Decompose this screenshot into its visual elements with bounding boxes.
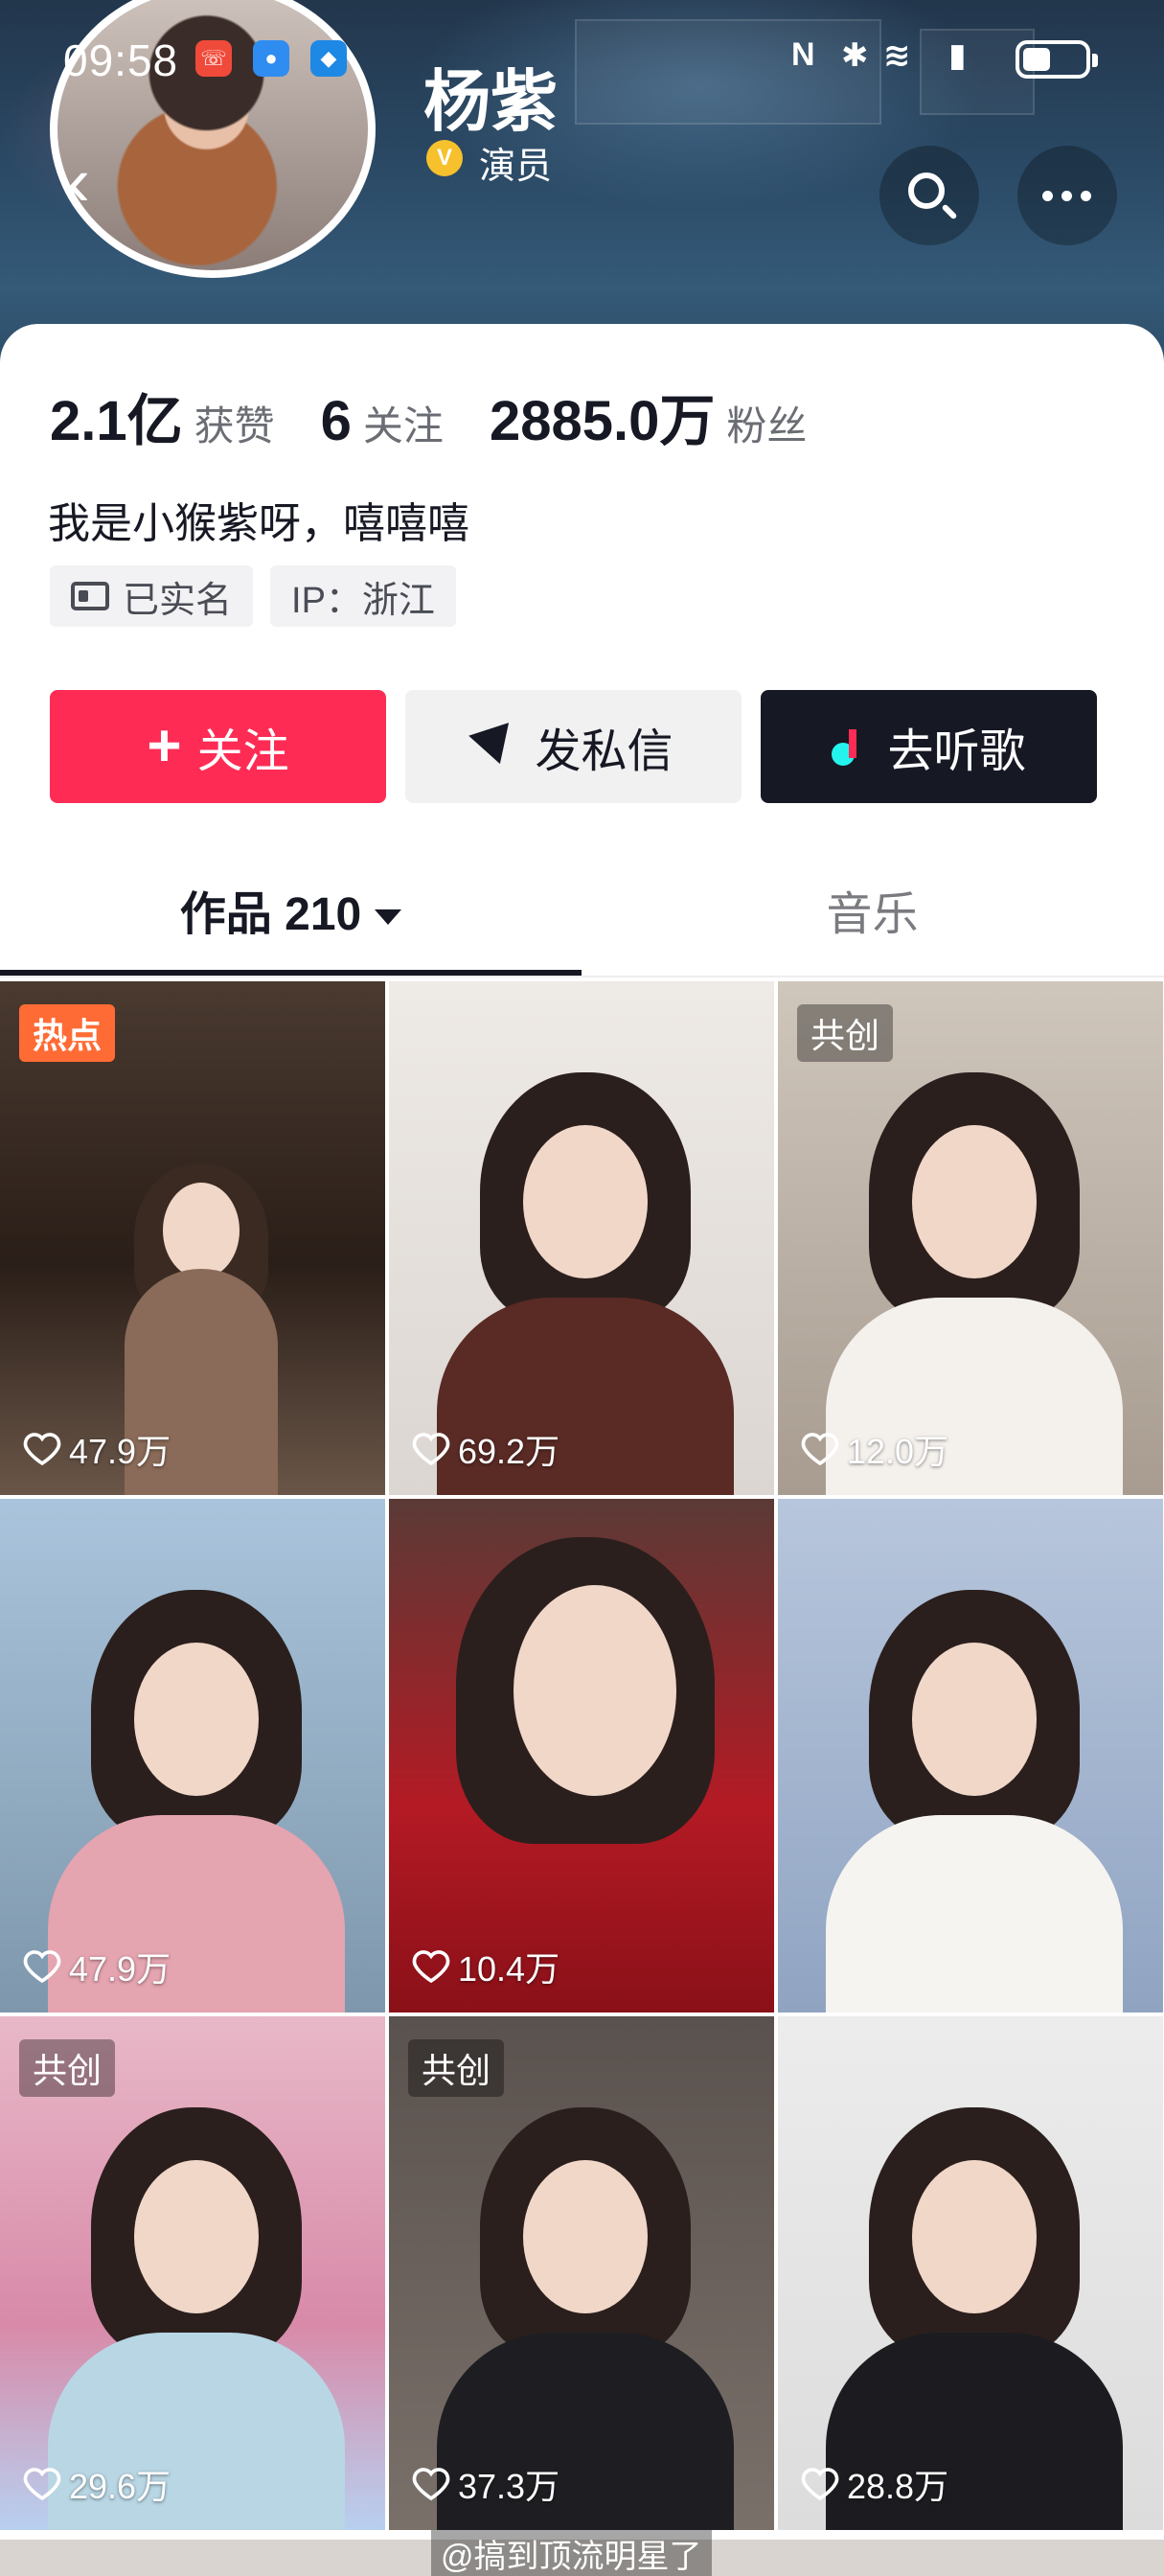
- tab-music[interactable]: 音乐: [582, 862, 1163, 968]
- listen-music-button-label: 去听歌: [887, 726, 1026, 777]
- signal-icon: ▮: [948, 37, 967, 74]
- id-card-icon: [71, 582, 109, 610]
- video-likes-count: 69.2万: [458, 1432, 560, 1471]
- video-likes: 69.2万: [412, 1424, 559, 1474]
- heart-icon: [801, 1433, 839, 1466]
- plus-icon: +: [147, 713, 182, 779]
- follow-button-label: 关注: [196, 726, 289, 777]
- hot-badge: 热点: [19, 1004, 116, 1062]
- heart-icon: [801, 2468, 839, 2501]
- send-icon: [468, 723, 521, 770]
- video-likes: 37.3万: [412, 2459, 559, 2509]
- video-likes-count: 47.9万: [69, 1432, 171, 1471]
- chevron-left-icon: ‹: [67, 144, 90, 220]
- realname-tag-label: 已实名: [123, 580, 233, 621]
- video-likes: 12.0万: [801, 1424, 948, 1474]
- follow-button[interactable]: + 关注: [50, 690, 386, 803]
- bluetooth-icon: ✱: [841, 37, 869, 74]
- likes-label: 获赞: [194, 403, 275, 448]
- profile-bio: 我是小猴紫呀，嘻嘻嘻: [48, 500, 469, 547]
- following-label[interactable]: 关注: [363, 394, 444, 452]
- tab-works-label: 作品 210: [179, 889, 362, 940]
- video-likes: 29.6万: [23, 2459, 171, 2509]
- cocreate-badge: 共创: [797, 1004, 894, 1062]
- followers-label[interactable]: 粉丝: [726, 394, 807, 452]
- shield-app-icon: ◆: [310, 40, 347, 77]
- nfc-icon: N: [791, 36, 815, 73]
- profile-tags: 已实名 IP：浙江: [50, 565, 456, 627]
- listen-music-button[interactable]: 去听歌: [761, 690, 1097, 803]
- profile-role: 演员: [479, 147, 553, 187]
- heart-icon: [412, 1950, 450, 1984]
- video-likes-count: 10.4万: [458, 1949, 560, 1989]
- ip-tag: IP：浙江: [270, 565, 456, 627]
- message-button[interactable]: 发私信: [405, 690, 742, 803]
- video-likes-count: 37.3万: [458, 2467, 560, 2506]
- battery-level: [1023, 48, 1050, 71]
- heart-icon: [412, 2468, 450, 2501]
- video-likes: 28.8万: [801, 2459, 948, 2509]
- likes-count: 2.1亿: [50, 390, 183, 452]
- action-buttons: + 关注 发私信 去听歌: [50, 690, 1097, 803]
- video-tile[interactable]: 47.9万: [0, 1499, 385, 2012]
- cocreate-badge: 共创: [408, 2039, 505, 2097]
- wifi-icon: ≋: [883, 37, 911, 74]
- video-tile[interactable]: 共创 12.0万: [778, 981, 1163, 1495]
- caret-down-icon: [375, 909, 402, 926]
- missed-call-icon: ☏: [195, 40, 232, 77]
- tabs-divider: [0, 976, 1164, 978]
- realname-tag[interactable]: 已实名: [50, 565, 254, 627]
- tab-works[interactable]: 作品 210: [0, 862, 582, 968]
- video-tile[interactable]: 共创 37.3万: [389, 2016, 774, 2530]
- video-tile[interactable]: 28.8万: [778, 2016, 1163, 2530]
- video-tile[interactable]: 10.4万: [389, 1499, 774, 2012]
- followers-count[interactable]: 2885.0万: [490, 376, 715, 456]
- video-likes-count: 47.9万: [69, 1949, 171, 1989]
- video-likes-count: 12.0万: [847, 1432, 949, 1471]
- back-button[interactable]: ‹: [67, 144, 125, 220]
- heart-icon: [23, 2468, 61, 2501]
- message-app-icon: ●: [253, 40, 289, 77]
- watermark: @搞到顶流明星了: [431, 2530, 712, 2576]
- video-tile[interactable]: [778, 1499, 1163, 2012]
- ip-tag-label: IP：浙江: [291, 580, 435, 621]
- more-button[interactable]: [1017, 146, 1117, 245]
- video-tile[interactable]: 共创 29.6万: [0, 2016, 385, 2530]
- verified-icon: V: [426, 140, 463, 176]
- search-button[interactable]: [879, 146, 979, 245]
- status-time: 09:58: [63, 35, 179, 85]
- music-note-icon: [832, 729, 866, 766]
- battery-icon: [1016, 40, 1098, 79]
- message-button-label: 发私信: [535, 726, 673, 777]
- tab-music-label: 音乐: [826, 889, 919, 940]
- heart-icon: [23, 1433, 61, 1466]
- cocreate-badge: 共创: [19, 2039, 116, 2097]
- video-likes-count: 28.8万: [847, 2467, 949, 2506]
- video-tile[interactable]: 69.2万: [389, 981, 774, 1495]
- heart-icon: [412, 1433, 450, 1466]
- profile-stats: 2.1亿 获赞 6 关注 2885.0万 粉丝: [50, 376, 853, 452]
- heart-icon: [23, 1950, 61, 1984]
- content-tabs: 作品 210 音乐: [0, 862, 1164, 978]
- status-bar: 09:58 ☏ ● ◆ N ✱ ≋ ▮: [0, 0, 1164, 115]
- following-count[interactable]: 6: [321, 389, 352, 453]
- video-likes: 47.9万: [23, 1942, 171, 1991]
- video-likes: 10.4万: [412, 1942, 559, 1991]
- video-tile[interactable]: 热点 47.9万: [0, 981, 385, 1495]
- profile-name: 杨紫: [423, 64, 558, 139]
- video-likes: 47.9万: [23, 1424, 171, 1474]
- video-likes-count: 29.6万: [69, 2467, 171, 2506]
